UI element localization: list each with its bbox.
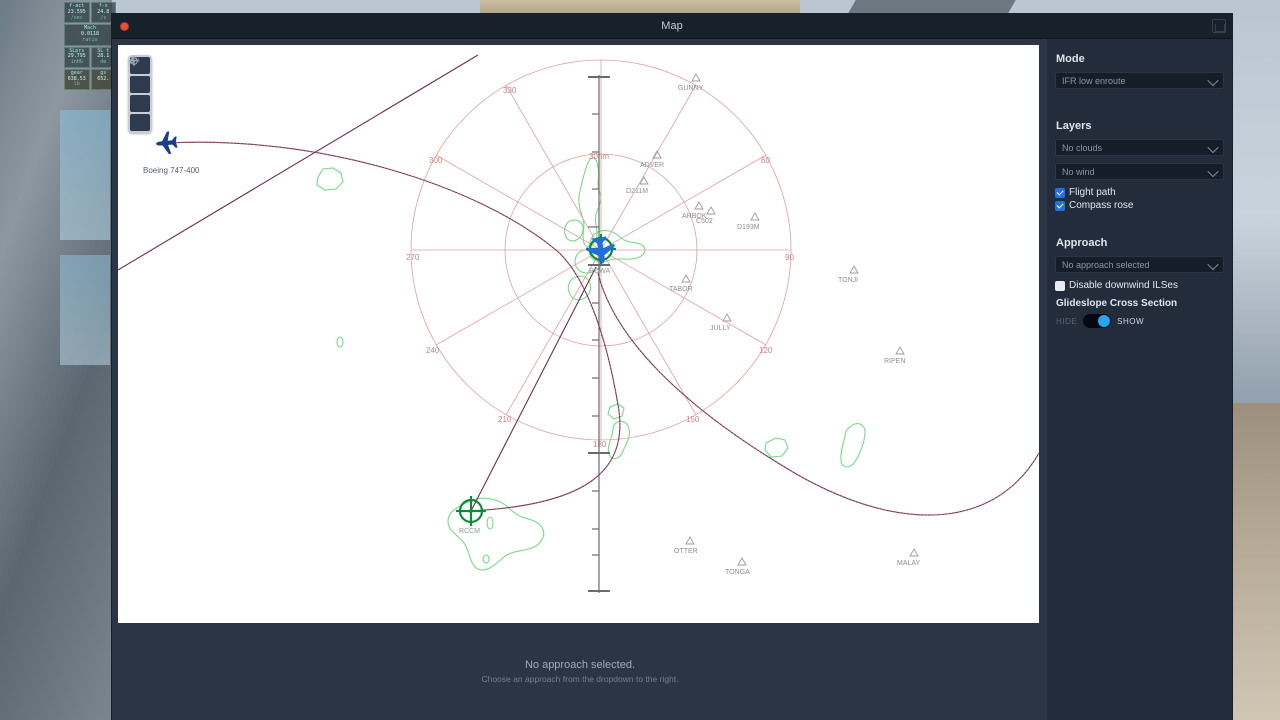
waypoint-ripen[interactable]: RIPEN bbox=[884, 346, 905, 365]
glideslope-toggle-row[interactable]: HIDE SHOW bbox=[1056, 314, 1224, 328]
compass-label-300: 300 bbox=[429, 156, 443, 165]
disable-ils-checkbox-row[interactable]: Disable downwind ILSes bbox=[1055, 280, 1224, 291]
window-titlebar[interactable]: Map bbox=[112, 14, 1232, 39]
hud-row-gear: gear 638.53 lb gs 652. bbox=[64, 68, 116, 90]
waypoint-otter[interactable]: OTTER bbox=[674, 536, 698, 555]
maximize-icon[interactable] bbox=[1212, 19, 1226, 33]
status-primary-text: No approach selected. bbox=[524, 659, 636, 671]
mode-select[interactable]: IFR low enroute bbox=[1055, 72, 1224, 89]
compass-label-60: 60 bbox=[761, 156, 770, 165]
disable-ils-label: Disable downwind ILSes bbox=[1069, 280, 1178, 291]
crosshair-target-icon[interactable] bbox=[128, 55, 150, 131]
clouds-select[interactable]: No clouds bbox=[1055, 139, 1224, 156]
waypoint-tonga[interactable]: TONGA bbox=[725, 557, 750, 576]
compass-label-270: 270 bbox=[406, 253, 420, 262]
svg-text:D211M: D211M bbox=[626, 188, 648, 195]
svg-text:D193M: D193M bbox=[737, 224, 760, 231]
glideslope-heading: Glideslope Cross Section bbox=[1056, 298, 1178, 309]
hud-cell-f-act: f-act 23.595 /sec bbox=[64, 2, 90, 24]
hud-row-mach: Mach 0.0118 ratio bbox=[64, 24, 116, 46]
flight-path-checkbox[interactable] bbox=[1055, 187, 1065, 198]
mode-select-value: IFR low enroute bbox=[1062, 76, 1126, 86]
layers-heading: Layers bbox=[1056, 120, 1092, 132]
compass-label-240: 240 bbox=[426, 346, 440, 355]
toggle-hide-label: HIDE bbox=[1056, 316, 1078, 326]
svg-text:TABOR: TABOR bbox=[669, 286, 693, 293]
compass-rose-checkbox[interactable] bbox=[1055, 200, 1065, 211]
map-svg: 330 60 90 120 150 180 210 240 270 300 30… bbox=[118, 54, 1039, 593]
compass-label-330: 330 bbox=[503, 86, 517, 95]
zoom-out-button[interactable] bbox=[129, 59, 150, 93]
map-controls[interactable]: N bbox=[128, 55, 152, 133]
glideslope-toggle-switch[interactable] bbox=[1083, 314, 1112, 328]
wind-select-value: No wind bbox=[1062, 167, 1095, 177]
compass-label-150: 150 bbox=[686, 415, 700, 424]
wind-select[interactable]: No wind bbox=[1055, 163, 1224, 180]
aircraft-symbol-secondary bbox=[156, 131, 178, 154]
airport-label-rccm: RCCM bbox=[459, 528, 480, 535]
map-options-sidebar: Mode IFR low enroute Layers No clouds No… bbox=[1047, 39, 1232, 720]
airport-rccm[interactable]: RCCM bbox=[456, 496, 486, 535]
compass-label-90: 90 bbox=[785, 253, 794, 262]
svg-text:TONJI: TONJI bbox=[838, 277, 858, 284]
compass-label-120: 120 bbox=[759, 346, 773, 355]
waypoint-tonji[interactable]: TONJI bbox=[838, 265, 859, 284]
hud-cell-mach: Mach 0.0118 ratio bbox=[64, 24, 116, 46]
cockpit-window-upper bbox=[60, 110, 110, 240]
chevron-down-icon bbox=[1209, 169, 1217, 174]
toggle-knob bbox=[1098, 315, 1111, 327]
svg-text:ADVER: ADVER bbox=[640, 162, 664, 169]
disable-ils-checkbox[interactable] bbox=[1055, 280, 1065, 291]
approach-heading: Approach bbox=[1056, 237, 1108, 249]
waypoint-d211m[interactable]: D211M bbox=[626, 176, 649, 195]
hud-cell-slprs: SLprs 29.795 inHG bbox=[64, 46, 90, 68]
terrain-outlines bbox=[316, 157, 866, 571]
waypoint-adver[interactable]: ADVER bbox=[640, 150, 664, 169]
window-body: 330 60 90 120 150 180 210 240 270 300 30… bbox=[112, 39, 1232, 720]
hud-row-pressure: SLprs 29.795 inHG SL t 28.1 de bbox=[64, 46, 116, 68]
svg-text:MALAY: MALAY bbox=[897, 560, 921, 567]
window-title: Map bbox=[661, 20, 683, 32]
waypoint-tabor[interactable]: TABOR bbox=[669, 274, 693, 293]
cockpit-window-lower bbox=[60, 255, 110, 365]
compass-rose-label: Compass rose bbox=[1069, 200, 1134, 211]
flight-path-label: Flight path bbox=[1069, 187, 1116, 198]
clouds-select-value: No clouds bbox=[1062, 143, 1103, 153]
svg-text:OTTER: OTTER bbox=[674, 548, 698, 555]
waypoint-d193m[interactable]: D193M bbox=[737, 212, 760, 231]
mode-heading: Mode bbox=[1056, 53, 1085, 65]
svg-text:RIPEN: RIPEN bbox=[884, 358, 905, 365]
svg-text:JULLY: JULLY bbox=[710, 325, 731, 332]
north-arrow-icon[interactable]: N bbox=[128, 55, 150, 112]
flight-path bbox=[118, 54, 1039, 516]
flight-path-checkbox-row[interactable]: Flight path bbox=[1055, 187, 1224, 198]
chevron-down-icon bbox=[1209, 262, 1217, 267]
svg-text:GUNNY: GUNNY bbox=[678, 85, 704, 92]
waypoint-layer: GUNNY ADVER D211M ARBOK C502 D193M TABOR bbox=[626, 73, 921, 576]
flight-path-dashes bbox=[165, 141, 1039, 516]
svg-text:TONGA: TONGA bbox=[725, 569, 750, 576]
compass-rose-checkbox-row[interactable]: Compass rose bbox=[1055, 200, 1224, 211]
hud-readout-panel: f-act 23.595 /sec f-s 24.8 /s Mach 0.011… bbox=[64, 2, 116, 91]
map-canvas[interactable]: 330 60 90 120 150 180 210 240 270 300 30… bbox=[118, 45, 1039, 623]
hud-row-fuel: f-act 23.595 /sec f-s 24.8 /s bbox=[64, 2, 116, 24]
status-secondary-text: Choose an approach from the dropdown to … bbox=[481, 674, 679, 684]
map-window: Map 330 60 90 120 150 180 210 240 270 30… bbox=[112, 14, 1232, 720]
waypoint-malay[interactable]: MALAY bbox=[897, 548, 921, 567]
compass-label-180: 180 bbox=[593, 440, 607, 449]
approach-select-value: No approach selected bbox=[1062, 260, 1150, 270]
svg-text:C502: C502 bbox=[696, 218, 713, 225]
chevron-down-icon bbox=[1209, 145, 1217, 150]
chevron-down-icon bbox=[1209, 78, 1217, 83]
toggle-show-label: SHOW bbox=[1117, 316, 1145, 326]
airport-label-rcwa: RCWA bbox=[589, 268, 610, 275]
hud-cell-gear: gear 638.53 lb bbox=[64, 68, 90, 90]
aircraft-type-label: Boeing 747-400 bbox=[143, 166, 200, 175]
compass-label-210: 210 bbox=[498, 415, 512, 424]
approach-status-area: No approach selected. Choose an approach… bbox=[118, 629, 1042, 714]
approach-select[interactable]: No approach selected bbox=[1055, 256, 1224, 273]
